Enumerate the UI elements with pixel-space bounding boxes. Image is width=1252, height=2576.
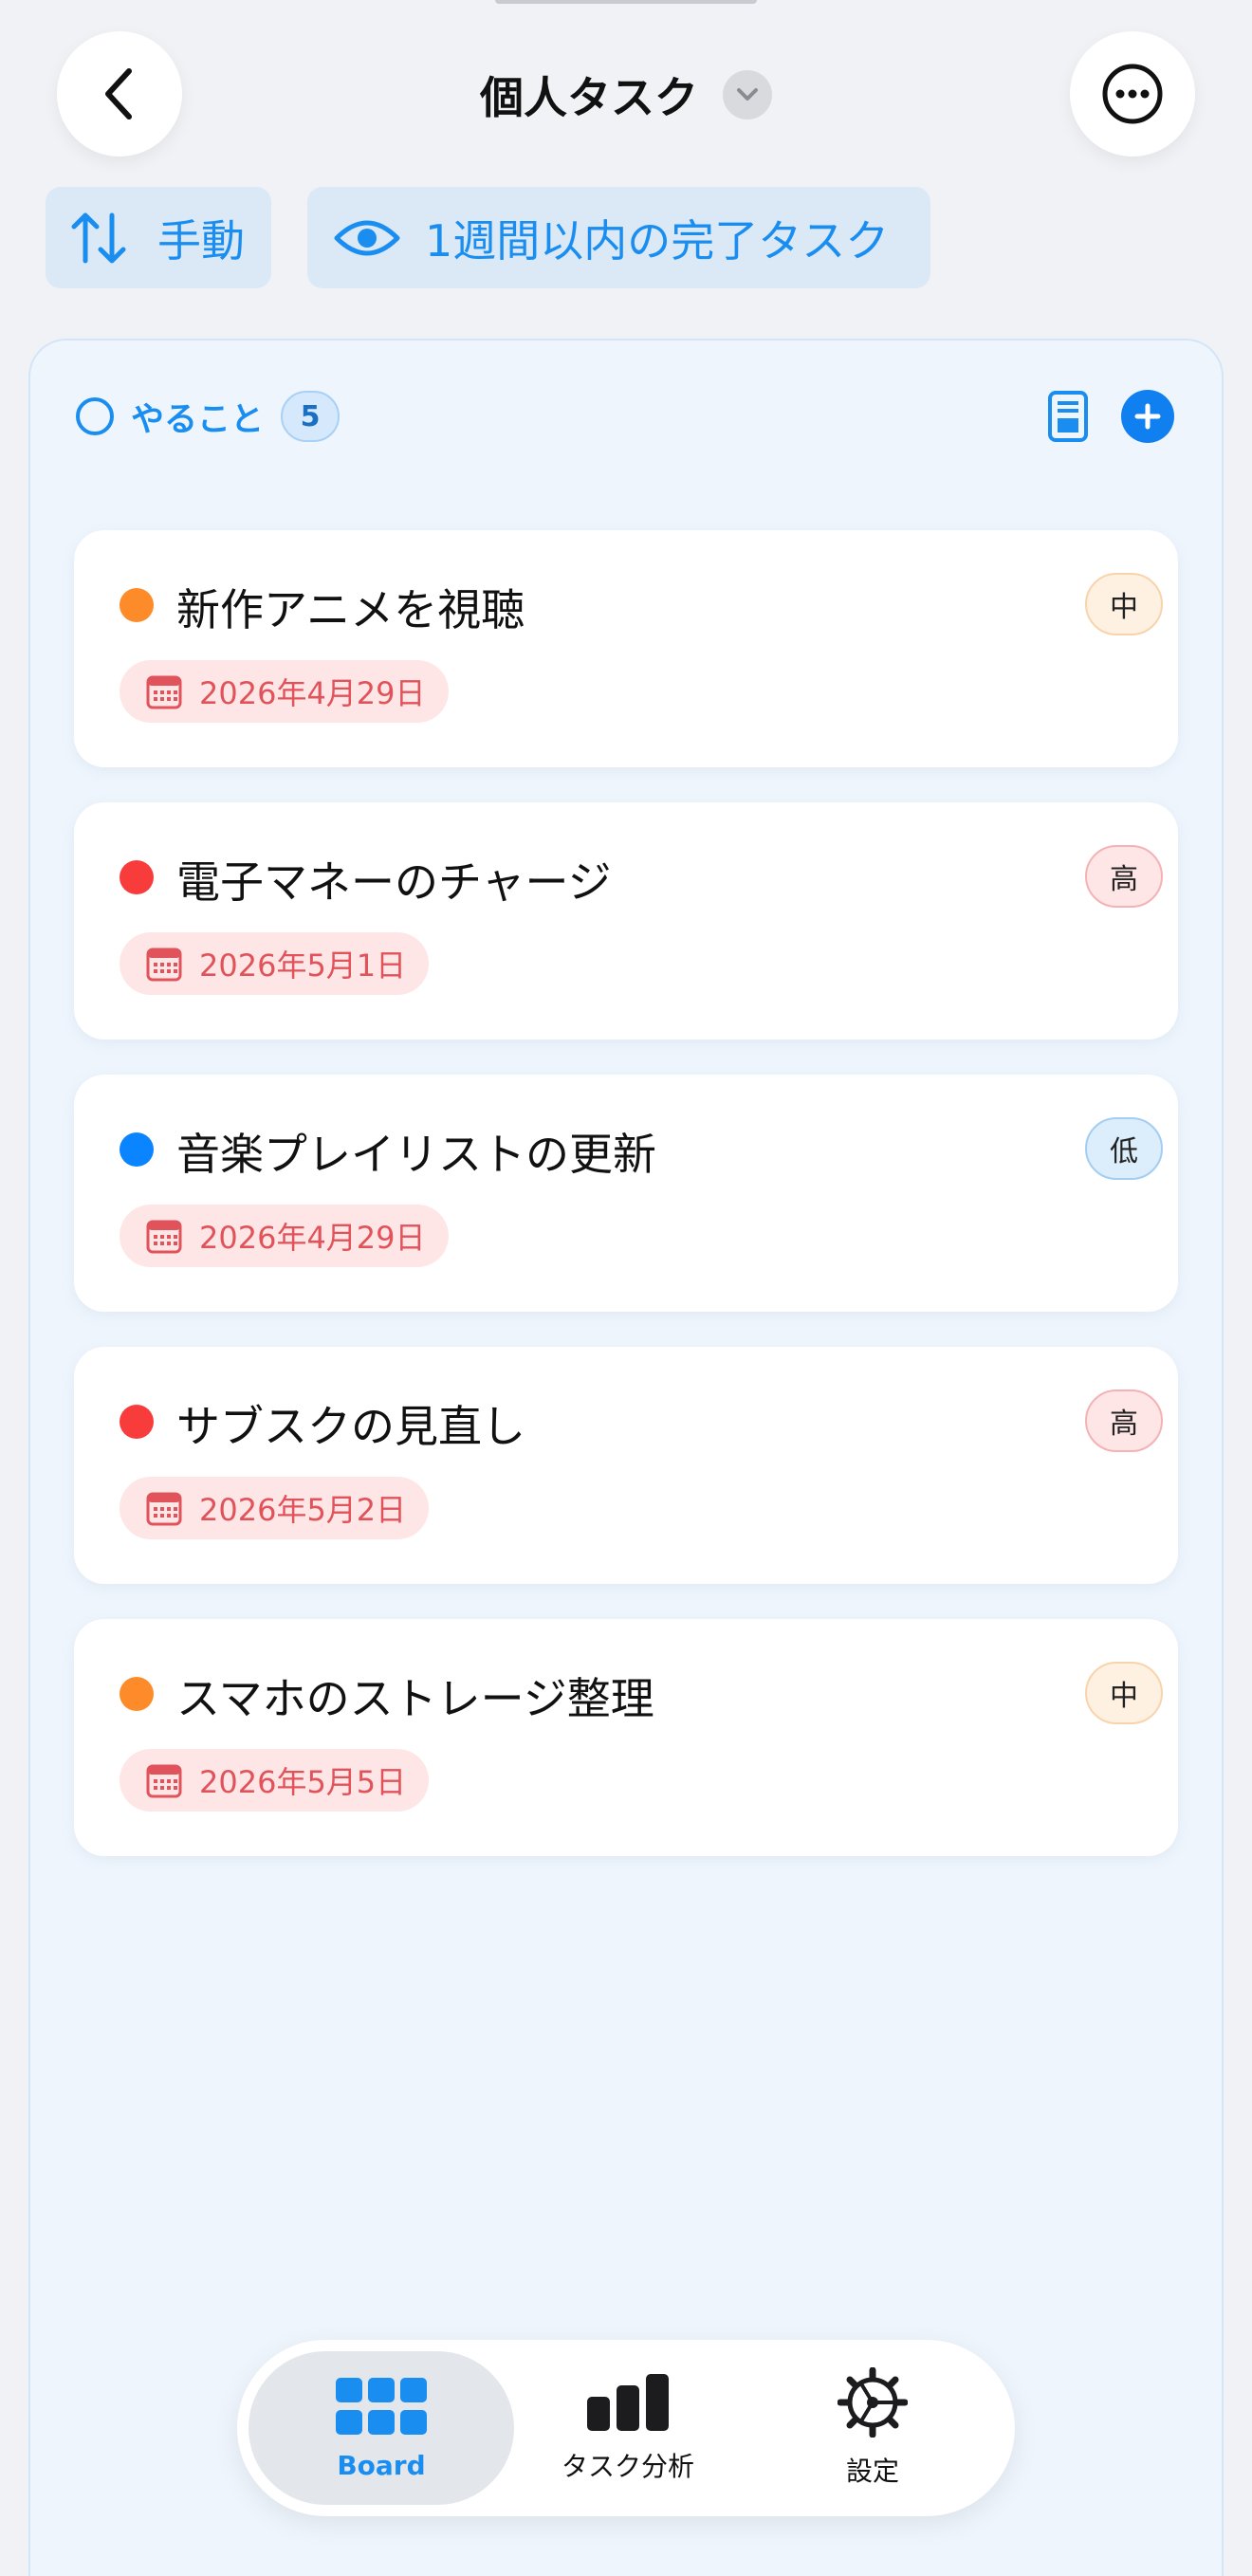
chevron-down-icon: [737, 88, 758, 101]
task-card[interactable]: スマホのストレージ整理 中 2026年5月5日: [74, 1619, 1178, 1856]
bottom-tab-bar: Board タスク分析 設定: [237, 2340, 1015, 2516]
plus-icon: [1134, 403, 1161, 430]
due-date-text: 2026年5月2日: [199, 1492, 407, 1528]
due-date-chip: 2026年4月29日: [120, 1205, 449, 1267]
calendar-icon: [146, 1220, 182, 1254]
board-column: やること 5 新作アニメを視聴中 2026年4月29日 電子マネーのチャージ高 202…: [28, 339, 1224, 2576]
column-status-ring-icon: [76, 397, 114, 435]
add-task-button[interactable]: [1121, 390, 1174, 443]
tab-analytics[interactable]: タスク分析: [495, 2351, 761, 2505]
more-button[interactable]: [1070, 31, 1195, 156]
eye-icon: [334, 220, 400, 255]
priority-badge: 中: [1085, 573, 1163, 635]
due-date-text: 2026年4月29日: [199, 675, 426, 711]
visibility-filter-label: 1週間以内の完了タスク: [425, 214, 890, 267]
tab-board-label: Board: [337, 2449, 426, 2481]
status-notch: [495, 0, 757, 4]
priority-dot: [120, 588, 154, 622]
tab-board[interactable]: Board: [249, 2351, 514, 2505]
due-date-chip: 2026年5月2日: [120, 1477, 430, 1539]
document-icon[interactable]: [1047, 390, 1089, 443]
title-dropdown-button[interactable]: [723, 70, 772, 120]
tab-settings[interactable]: 設定: [740, 2351, 1005, 2505]
priority-dot: [120, 1677, 154, 1711]
priority-dot: [120, 1405, 154, 1439]
task-title: サブスクの見直し: [176, 1401, 525, 1452]
task-card[interactable]: 電子マネーのチャージ 高 2026年5月1日: [74, 802, 1178, 1040]
visibility-filter-button[interactable]: 1週間以内の完了タスク: [307, 187, 930, 288]
page-title[interactable]: 個人タスク: [480, 64, 698, 126]
bar-chart-icon: [587, 2374, 669, 2431]
ellipsis-circle-icon: [1102, 64, 1163, 124]
task-title: 新作アニメを視聴: [176, 584, 525, 635]
calendar-icon: [146, 1492, 182, 1526]
sort-arrows-icon: [71, 212, 126, 263]
priority-badge: 中: [1085, 1662, 1163, 1724]
due-date-text: 2026年4月29日: [199, 1220, 426, 1256]
task-title: スマホのストレージ整理: [176, 1673, 654, 1724]
calendar-icon: [146, 948, 182, 982]
priority-dot: [120, 860, 154, 894]
calendar-icon: [146, 1764, 182, 1798]
due-date-text: 2026年5月1日: [199, 948, 407, 984]
sort-label: 手動: [157, 214, 245, 267]
task-title: 音楽プレイリストの更新: [176, 1129, 656, 1180]
due-date-chip: 2026年4月29日: [120, 660, 449, 723]
priority-dot: [120, 1132, 154, 1167]
priority-badge: 高: [1085, 845, 1163, 908]
task-card[interactable]: サブスクの見直し 高 2026年5月2日: [74, 1347, 1178, 1584]
sort-button[interactable]: 手動: [46, 187, 271, 288]
gear-icon: [838, 2367, 908, 2438]
task-title: 電子マネーのチャージ: [176, 856, 612, 908]
due-date-chip: 2026年5月5日: [120, 1749, 430, 1812]
due-date-text: 2026年5月5日: [199, 1764, 407, 1800]
grid-icon: [336, 2377, 427, 2435]
task-card[interactable]: 新作アニメを視聴 中 2026年4月29日: [74, 530, 1178, 767]
tab-analytics-label: タスク分析: [561, 2451, 694, 2482]
column-header: やること 5: [76, 386, 341, 447]
calendar-icon: [146, 675, 182, 709]
column-title: やること: [131, 400, 265, 439]
priority-badge: 高: [1085, 1389, 1163, 1452]
due-date-chip: 2026年5月1日: [120, 932, 430, 995]
header-title-group[interactable]: 個人タスク: [0, 57, 1252, 133]
priority-badge: 低: [1085, 1117, 1163, 1180]
task-card[interactable]: 音楽プレイリストの更新 低 2026年4月29日: [74, 1075, 1178, 1312]
tab-settings-label: 設定: [845, 2456, 899, 2487]
column-count-badge: 5: [281, 391, 341, 442]
